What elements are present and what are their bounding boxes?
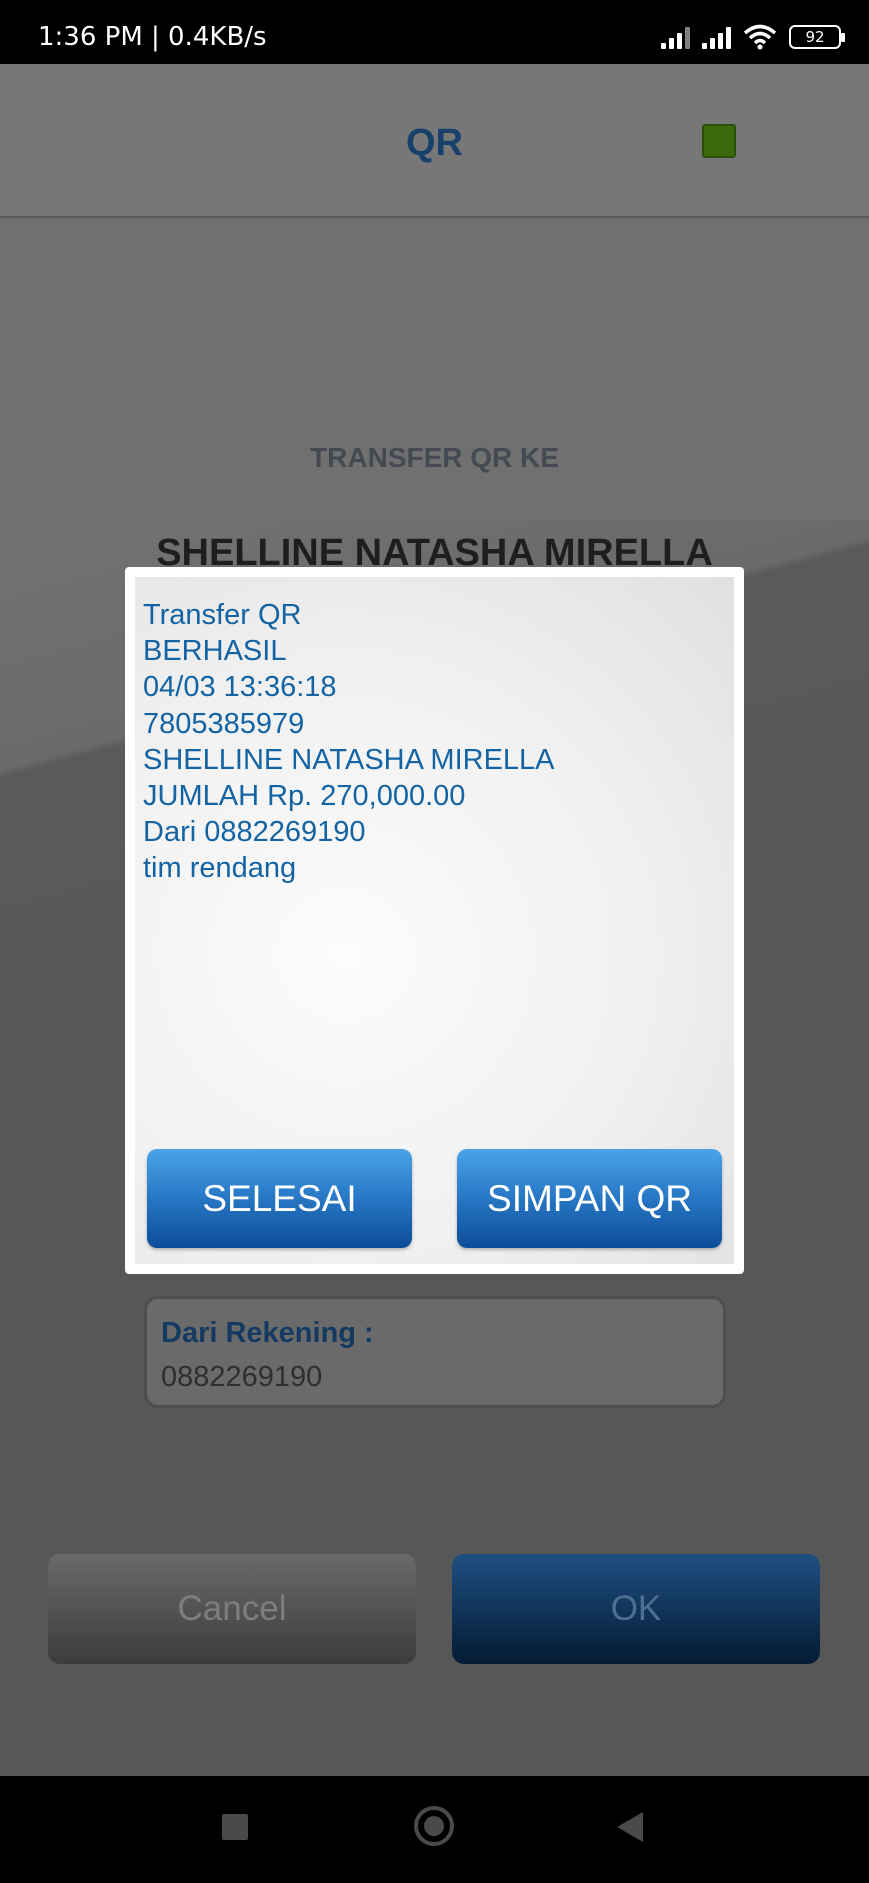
dialog-line-recipient: SHELLINE NATASHA MIRELLA xyxy=(143,743,555,776)
signal-icon xyxy=(661,25,690,49)
app-header: QR xyxy=(0,64,869,218)
transfer-result-dialog: Transfer QR BERHASIL 04/03 13:36:18 7805… xyxy=(125,567,744,1274)
dialog-line-reference: 7805385979 xyxy=(143,707,305,740)
dialog-line-status: BERHASIL xyxy=(143,635,287,668)
transfer-label: TRANSFER QR KE xyxy=(310,442,559,473)
dialog-message: Transfer QR BERHASIL 04/03 13:36:18 7805… xyxy=(143,597,555,887)
dialog-line-note: tim rendang xyxy=(143,852,297,885)
status-time: 1:36 PM | 0.4KB/s xyxy=(38,22,267,52)
back-icon[interactable] xyxy=(617,1812,643,1842)
selesai-button[interactable]: SELESAI xyxy=(147,1149,412,1248)
dialog-line-datetime: 04/03 13:36:18 xyxy=(143,671,337,704)
account-value: 0882269190 xyxy=(161,1361,323,1393)
source-account-field[interactable]: Dari Rekening : 0882269190 xyxy=(144,1296,726,1408)
recents-icon[interactable] xyxy=(222,1814,248,1840)
page-title: QR xyxy=(406,122,463,164)
status-icons: 92 xyxy=(661,22,845,52)
background-band xyxy=(0,220,869,520)
home-icon[interactable] xyxy=(414,1806,454,1846)
account-label: Dari Rekening : xyxy=(161,1317,374,1349)
dialog-body: Transfer QR BERHASIL 04/03 13:36:18 7805… xyxy=(135,577,734,1264)
cancel-button[interactable]: Cancel xyxy=(48,1554,416,1664)
status-indicator-icon xyxy=(702,124,736,158)
navigation-bar xyxy=(0,1776,869,1883)
dialog-line-title: Transfer QR xyxy=(143,599,302,631)
status-bar: 1:36 PM | 0.4KB/s 92 xyxy=(0,0,869,64)
simpan-qr-button[interactable]: SIMPAN QR xyxy=(457,1149,722,1248)
dialog-line-source: Dari 0882269190 xyxy=(143,816,366,849)
signal-icon xyxy=(702,25,731,49)
dialog-line-amount: JUMLAH Rp. 270,000.00 xyxy=(143,780,466,813)
ok-button[interactable]: OK xyxy=(452,1554,820,1664)
battery-icon: 92 xyxy=(789,25,845,49)
wifi-icon xyxy=(743,24,777,50)
